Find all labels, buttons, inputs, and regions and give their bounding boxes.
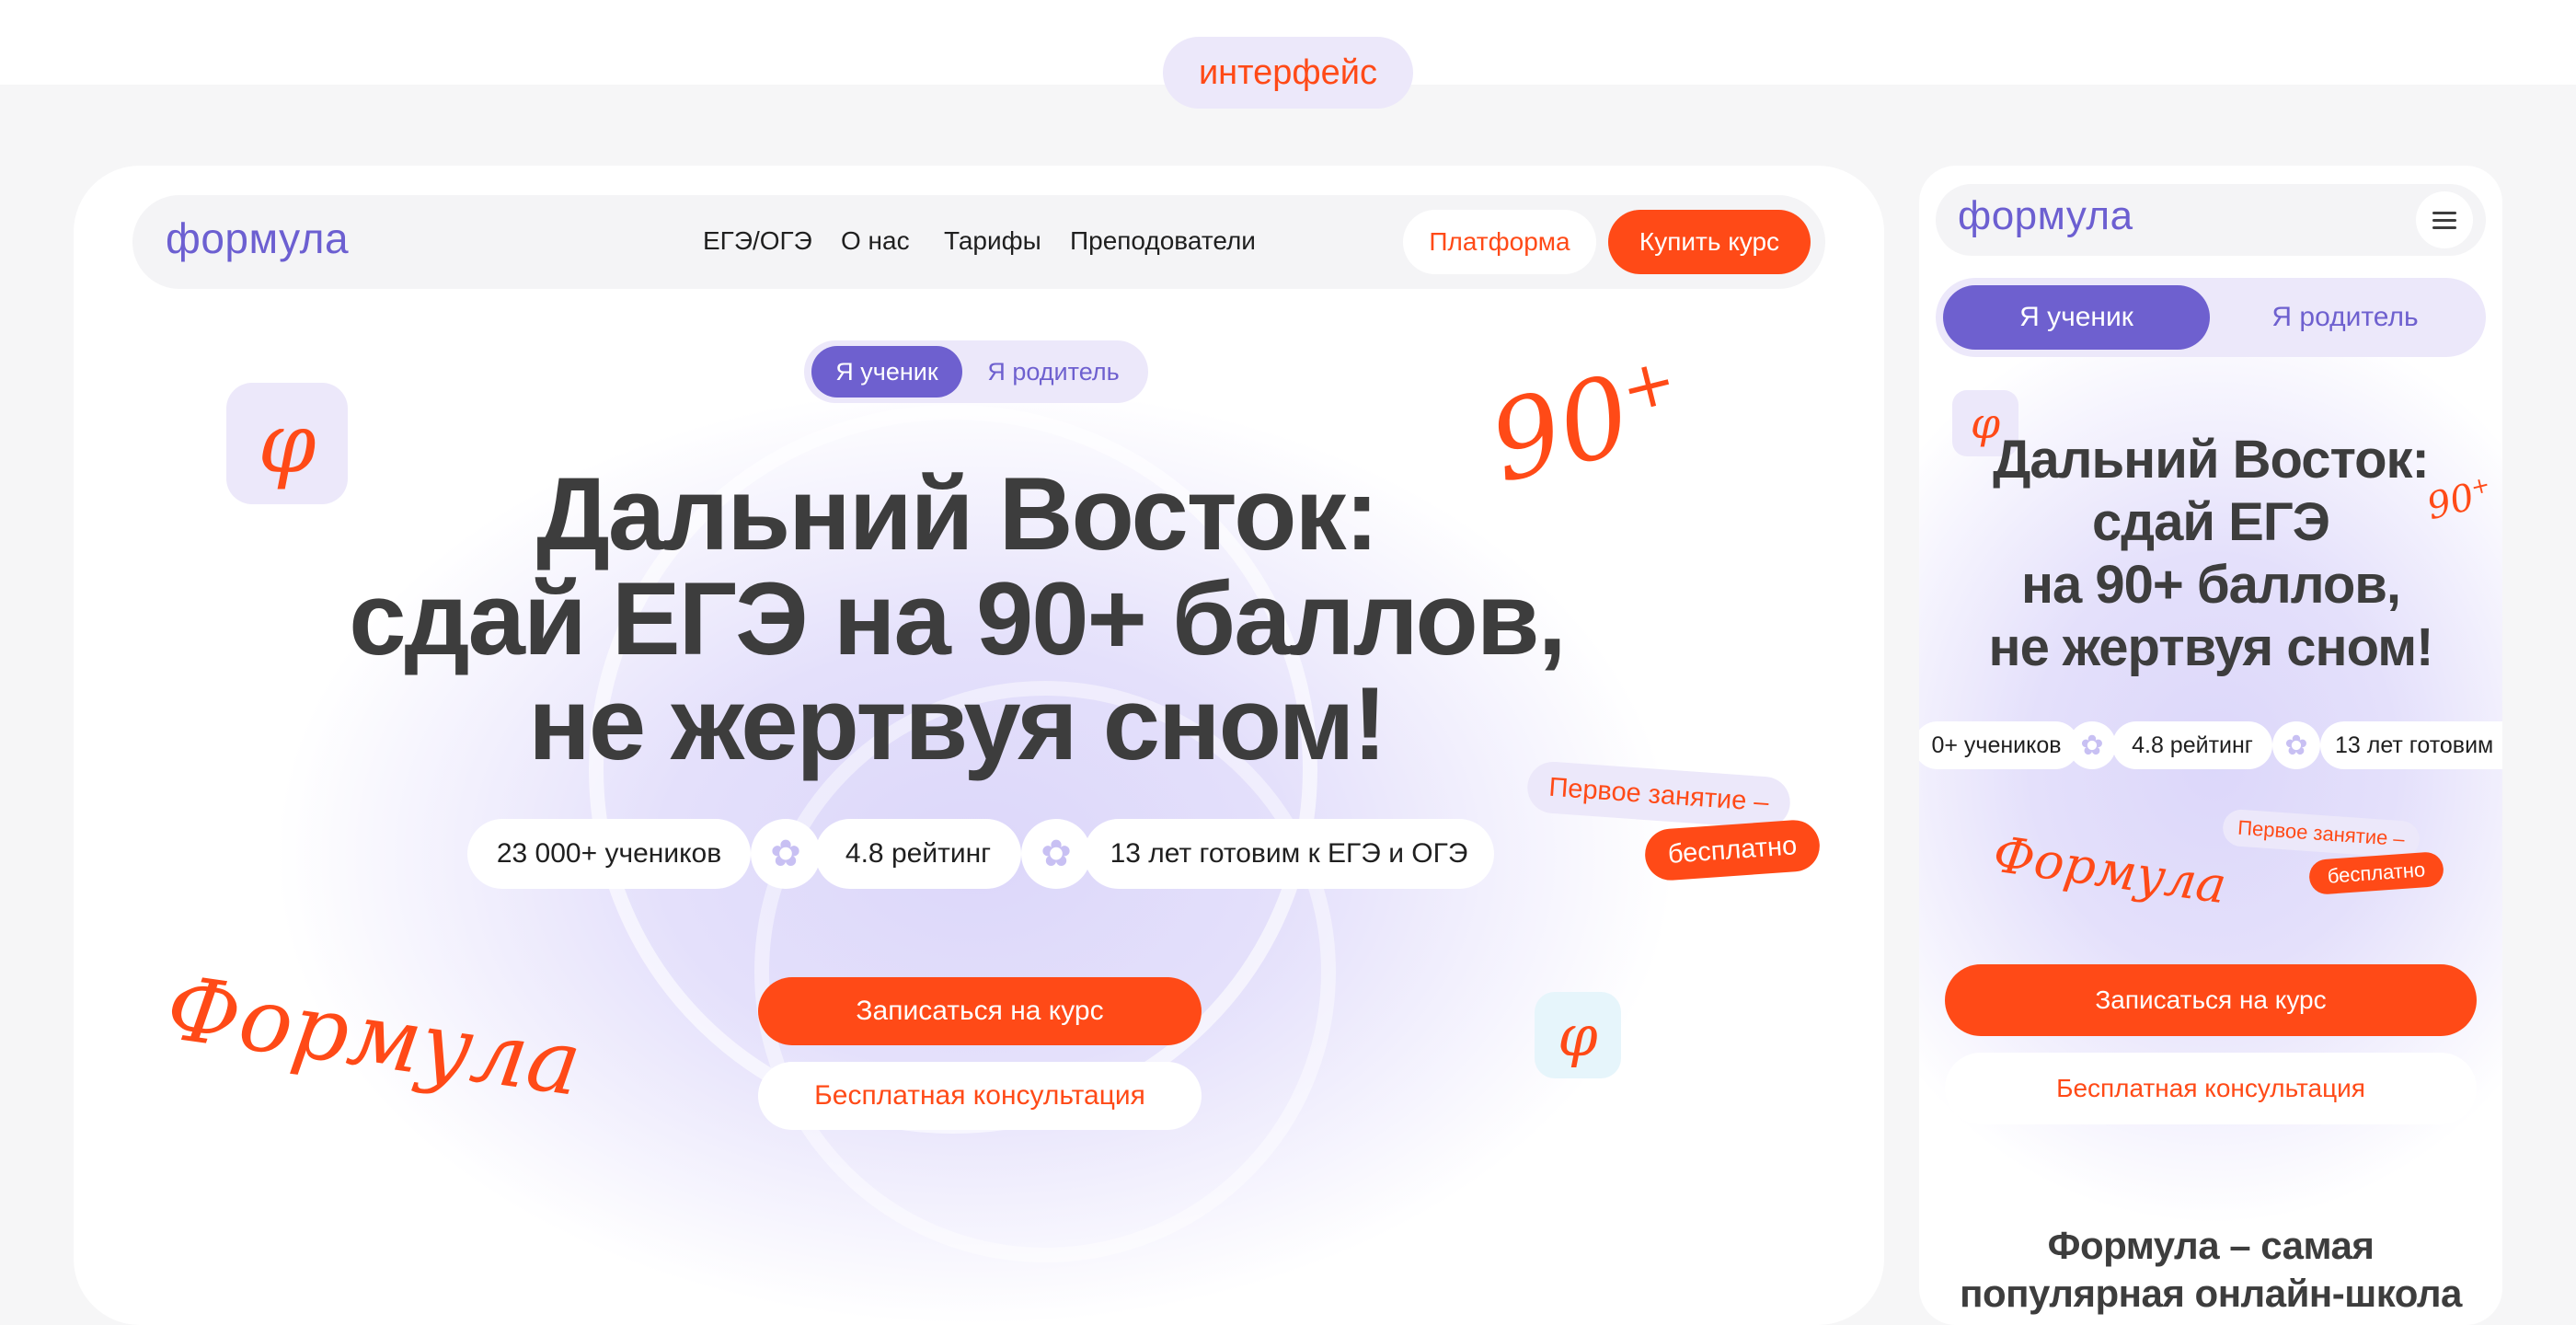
hero-line: не жертвуя сном! [528, 666, 1386, 781]
stat-years: 13 лет готовим [2320, 721, 2502, 769]
section-title-line: популярная онлайн-школа [1960, 1272, 2462, 1315]
brand-logo[interactable]: формула [166, 213, 349, 263]
section-tag: интерфейс [1163, 37, 1413, 109]
hero-line: сдай ЕГЭ на 90+ баллов, [349, 561, 1566, 676]
hero-line: Дальний Восток: [1993, 430, 2430, 490]
nav-link-ege[interactable]: ЕГЭ/ОГЭ [703, 226, 812, 256]
menu-icon[interactable] [2416, 191, 2473, 248]
enroll-button[interactable]: Записаться на курс [758, 977, 1202, 1045]
free-consultation-button[interactable]: Бесплатная консультация [1945, 1053, 2477, 1124]
toggle-student[interactable]: Я ученик [1943, 285, 2210, 350]
toggle-parent[interactable]: Я родитель [2212, 285, 2478, 350]
hero-line: Дальний Восток: [536, 456, 1379, 571]
section-title-line: Формула – самая [2047, 1224, 2375, 1267]
toggle-parent[interactable]: Я родитель [966, 346, 1141, 398]
free-consultation-button[interactable]: Бесплатная консультация [758, 1062, 1202, 1130]
buy-course-button[interactable]: Купить курс [1608, 210, 1811, 274]
stat-rating: 4.8 рейтинг [2112, 721, 2272, 769]
hero-line: на 90+ баллов, [2020, 555, 2401, 615]
flower-icon: ✿ [751, 819, 821, 889]
brand-logo[interactable]: формула [1958, 193, 2133, 239]
flower-icon: ✿ [1021, 819, 1091, 889]
nav-link-pricing[interactable]: Тарифы [944, 226, 1041, 256]
section-title: Формула – самая популярная онлайн-школа [1919, 1222, 2502, 1318]
toggle-student[interactable]: Я ученик [811, 346, 962, 398]
flower-icon: ✿ [2068, 721, 2116, 769]
hero-headline: Дальний Восток: сдай ЕГЭ на 90+ баллов, … [1919, 429, 2502, 679]
desktop-mockup: формула ЕГЭ/ОГЭ О нас Тарифы Преподовате… [74, 166, 1884, 1325]
flower-icon: ✿ [2272, 721, 2320, 769]
hero-headline: Дальний Восток: сдай ЕГЭ на 90+ баллов, … [313, 462, 1601, 777]
platform-button[interactable]: Платформа [1403, 210, 1596, 274]
mobile-mockup: формула Я ученик Я родитель φ 90+ Дальни… [1919, 166, 2502, 1325]
nav-link-teachers[interactable]: Преподователи [1070, 226, 1256, 256]
stat-years: 13 лет готовим к ЕГЭ и ОГЭ [1084, 819, 1494, 889]
free-sticker: бесплатно [1643, 818, 1822, 882]
role-toggle: Я ученик Я родитель [1936, 278, 2486, 357]
stat-rating: 4.8 рейтинг [815, 819, 1021, 889]
hero-line: не жертвуя сном! [1988, 617, 2434, 677]
enroll-button[interactable]: Записаться на курс [1945, 964, 2477, 1036]
phi-badge-icon: φ [1535, 992, 1621, 1078]
stat-students: 0+ учеников [1919, 721, 2079, 769]
nav-link-about[interactable]: О нас [841, 226, 910, 256]
role-toggle: Я ученик Я родитель [804, 340, 1148, 403]
stat-students: 23 000+ учеников [467, 819, 751, 889]
hero-line: сдай ЕГЭ [2092, 492, 2330, 552]
